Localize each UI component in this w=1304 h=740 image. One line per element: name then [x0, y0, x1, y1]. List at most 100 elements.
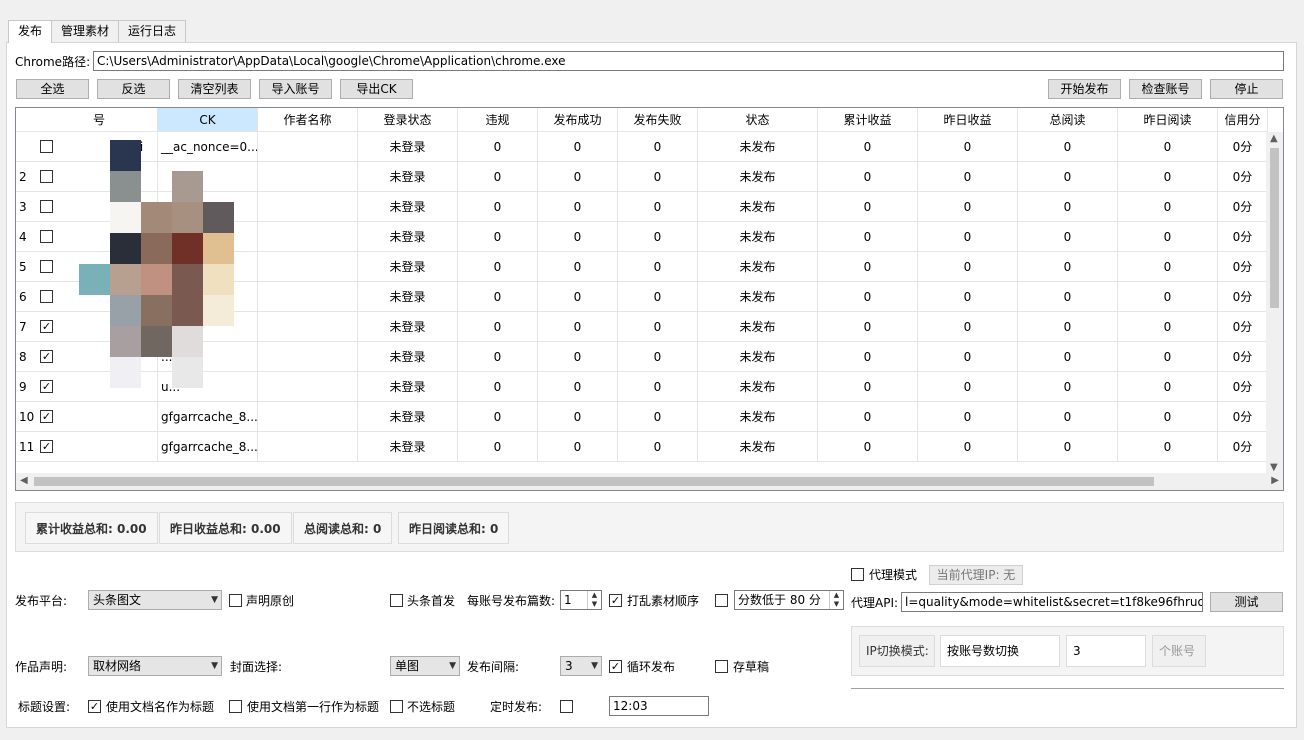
chrome-path-input[interactable]: C:\Users\Administrator\AppData\Local\goo… — [93, 51, 1284, 71]
row-number: 2 — [19, 170, 27, 184]
row-checkbox[interactable] — [40, 170, 53, 183]
cover-label: 封面选择: — [230, 660, 283, 674]
column-header[interactable]: CK — [158, 108, 258, 132]
column-header[interactable]: 登录状态 — [358, 108, 458, 132]
stepper-arrows-icon[interactable]: ▲ ▼ — [829, 591, 843, 609]
check-account-button[interactable]: 检查账号 — [1129, 79, 1202, 99]
shuffle-material-checkbox[interactable]: ✓ — [609, 594, 622, 607]
vertical-scrollbar[interactable]: ▲ ▼ — [1266, 132, 1283, 475]
scroll-left-arrow-icon[interactable]: ◀ — [20, 474, 28, 488]
vertical-scroll-thumb[interactable] — [1270, 148, 1279, 308]
score-below-stepper[interactable]: 分数低于 80 分 ▲ ▼ — [734, 590, 844, 610]
declare-select[interactable]: 取材网络 ▼ — [88, 656, 222, 676]
total-read-cell: 0 — [1018, 162, 1118, 192]
per-account-count-stepper[interactable]: 1 ▲ ▼ — [560, 590, 602, 610]
scroll-right-arrow-icon[interactable]: ▶ — [1271, 474, 1279, 488]
title-none-label: 不选标题 — [407, 700, 456, 714]
tab-publish[interactable]: 发布 — [8, 20, 53, 43]
mosaic-pixel — [110, 233, 141, 264]
title-first-line-checkbox[interactable] — [229, 700, 242, 713]
total-income-cell: 0 — [818, 222, 918, 252]
column-header[interactable]: 信用分 — [1218, 108, 1268, 132]
column-header[interactable]: 发布失败 — [618, 108, 698, 132]
title-doc-name-checkbox[interactable]: ✓ — [88, 700, 101, 713]
score-below-checkbox[interactable] — [715, 594, 728, 607]
test-button[interactable]: 测试 — [1210, 592, 1283, 612]
column-header[interactable]: 昨日收益 — [918, 108, 1018, 132]
total-read-cell: 0 — [1018, 132, 1118, 162]
total-read-cell: 0 — [1018, 282, 1118, 312]
column-header[interactable]: 作者名称 — [258, 108, 358, 132]
total-income-cell: 0 — [818, 132, 918, 162]
table-row[interactable]: 10 ✓ gfgarrcache_8... 未登录 0 0 0 未发布 0 0 0 0 0分 — [16, 402, 1268, 432]
yesterday-income-cell: 0 — [918, 222, 1018, 252]
row-checkbox[interactable]: ✓ — [40, 440, 53, 453]
credit-cell: 0分 — [1218, 312, 1268, 342]
schedule-time-input[interactable]: 12:03 — [609, 696, 709, 716]
row-checkbox[interactable] — [40, 200, 53, 213]
interval-select[interactable]: 3 ▼ — [560, 656, 602, 676]
interval-value: 3 — [565, 659, 573, 673]
total-read-cell: 0 — [1018, 192, 1118, 222]
yesterday-income-cell: 0 — [918, 132, 1018, 162]
save-draft-checkbox[interactable] — [715, 660, 728, 673]
status-cell: 未发布 — [698, 162, 818, 192]
column-header[interactable]: 总阅读 — [1018, 108, 1118, 132]
total-read-cell: 0 — [1018, 312, 1118, 342]
proxy-mode-checkbox[interactable] — [851, 568, 864, 581]
row-checkbox[interactable] — [40, 140, 53, 153]
row-checkbox[interactable] — [40, 290, 53, 303]
yesterday-income-cell: 0 — [918, 342, 1018, 372]
status-cell: 未发布 — [698, 192, 818, 222]
start-publish-button[interactable]: 开始发布 — [1048, 79, 1121, 99]
schedule-checkbox[interactable] — [560, 700, 573, 713]
mosaic-pixel — [172, 171, 203, 202]
invert-selection-button[interactable]: 反选 — [97, 79, 170, 99]
horizontal-scroll-thumb[interactable] — [34, 477, 1154, 486]
toutiao-first-checkbox[interactable] — [390, 594, 403, 607]
title-none-checkbox[interactable] — [390, 700, 403, 713]
success-cell: 0 — [538, 342, 618, 372]
mosaic-pixel — [141, 202, 172, 233]
row-checkbox[interactable]: ✓ — [40, 380, 53, 393]
violation-cell: 0 — [458, 162, 538, 192]
current-proxy-ip-button[interactable]: 当前代理IP: 无 — [929, 565, 1023, 585]
export-ck-button[interactable]: 导出CK — [340, 79, 413, 99]
mosaic-pixel — [203, 202, 234, 233]
platform-select[interactable]: 头条图文 ▼ — [88, 590, 222, 610]
cover-select[interactable]: 单图 ▼ — [390, 656, 460, 676]
stepper-arrows-icon[interactable]: ▲ ▼ — [587, 591, 601, 609]
column-header[interactable]: 昨日阅读 — [1118, 108, 1218, 132]
import-account-button[interactable]: 导入账号 — [259, 79, 332, 99]
chevron-down-icon: ▼ — [211, 595, 218, 605]
horizontal-scrollbar[interactable]: ◀ ▶ — [16, 473, 1283, 490]
tab-run-log[interactable]: 运行日志 — [118, 20, 187, 42]
table-row[interactable]: 11 ✓ gfgarrcache_8... 未登录 0 0 0 未发布 0 0 0 0 0分 — [16, 432, 1268, 462]
column-header[interactable]: 发布成功 — [538, 108, 618, 132]
ip-switch-mode-field[interactable]: 按账号数切换 — [940, 635, 1060, 667]
column-header[interactable]: 违规 — [458, 108, 538, 132]
clear-list-button[interactable]: 清空列表 — [178, 79, 251, 99]
row-checkbox[interactable]: ✓ — [40, 320, 53, 333]
select-all-button[interactable]: 全选 — [16, 79, 89, 99]
ip-switch-count-field[interactable]: 3 — [1066, 635, 1146, 667]
tab-manage-material[interactable]: 管理素材 — [51, 20, 120, 42]
declare-original-checkbox[interactable] — [229, 594, 242, 607]
row-checkbox[interactable] — [40, 260, 53, 273]
row-checkbox[interactable]: ✓ — [40, 350, 53, 363]
column-header[interactable]: 号 — [16, 108, 158, 132]
proxy-api-label: 代理API: — [851, 596, 899, 610]
stop-button[interactable]: 停止 — [1210, 79, 1283, 99]
status-cell: 未发布 — [698, 132, 818, 162]
mosaic-pixel — [203, 233, 234, 264]
column-header[interactable]: 累计收益 — [818, 108, 918, 132]
row-checkbox[interactable]: ✓ — [40, 410, 53, 423]
login-cell: 未登录 — [358, 252, 458, 282]
mosaic-pixel — [110, 326, 141, 357]
loop-publish-checkbox[interactable]: ✓ — [609, 660, 622, 673]
proxy-api-input[interactable]: l=quality&mode=whitelist&secret=t1f8ke96… — [901, 592, 1203, 612]
login-cell: 未登录 — [358, 222, 458, 252]
scroll-up-arrow-icon[interactable]: ▲ — [1270, 132, 1278, 146]
row-checkbox[interactable] — [40, 230, 53, 243]
column-header[interactable]: 状态 — [698, 108, 818, 132]
